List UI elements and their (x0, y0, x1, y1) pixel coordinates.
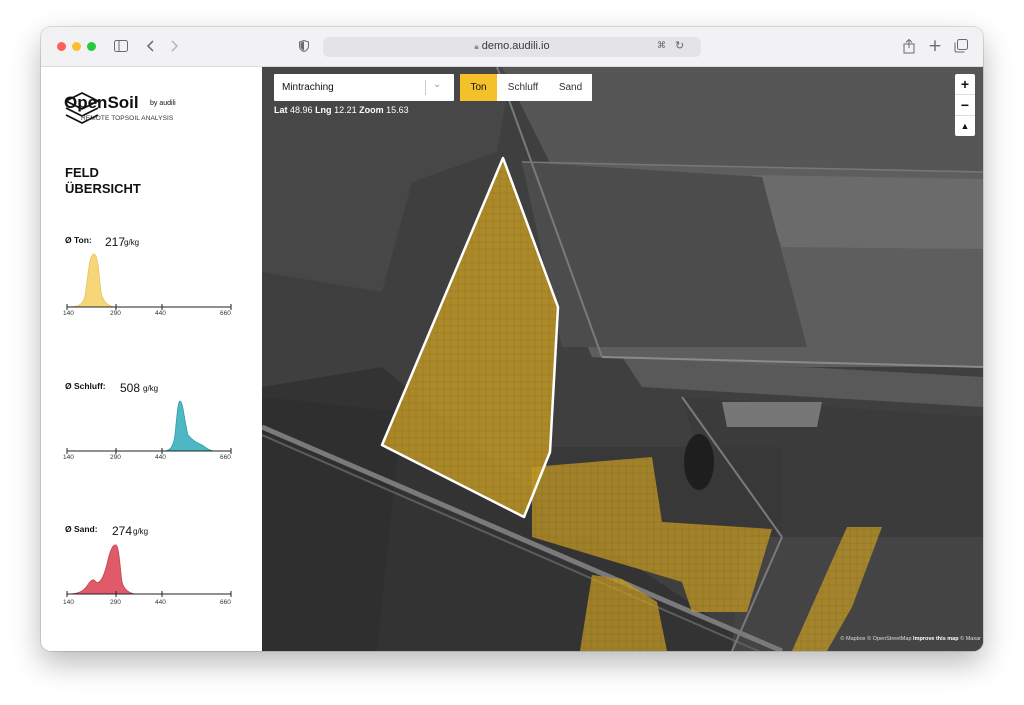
compass-button[interactable]: ▲ (955, 116, 975, 136)
layer-tab-sand[interactable]: Sand (549, 74, 592, 101)
satellite-map[interactable] (262, 67, 983, 651)
tick-label: 140 (63, 454, 74, 461)
tab-overview-icon[interactable] (953, 35, 969, 57)
layer-tab-schluff[interactable]: Schluff (497, 74, 549, 101)
tick-label: 660 (220, 454, 231, 461)
translate-icon[interactable]: ⌘ (657, 41, 666, 51)
distribution-chart-sand (66, 544, 232, 597)
tick-label: 660 (220, 599, 231, 606)
close-window-button[interactable] (57, 42, 66, 51)
tick-label: 440 (155, 310, 166, 317)
distribution-chart-ton (66, 253, 232, 310)
stat-label-schluff: Ø Schluff: (65, 381, 106, 391)
map-canvas[interactable] (262, 67, 983, 651)
stat-value-ton: 217 (105, 235, 126, 249)
address-bar[interactable]: 🔒︎ demo.audili.io ⌘ ↻ (323, 37, 701, 57)
privacy-shield-icon[interactable] (297, 35, 311, 57)
lock-icon: 🔒︎ (474, 42, 479, 51)
page-title: FELD ÜBERSICHT (65, 165, 141, 196)
lat-label: Lat (274, 105, 288, 115)
improve-map-link[interactable]: Improve this map (913, 636, 959, 642)
forward-icon[interactable] (168, 35, 182, 57)
tick-label: 290 (110, 454, 121, 461)
back-icon[interactable] (143, 35, 157, 57)
lng-value: 12.21 (334, 105, 357, 115)
stat-unit-schluff: g/kg (143, 384, 159, 393)
tick-label: 660 (220, 310, 231, 317)
layer-tab-ton[interactable]: Ton (460, 74, 497, 101)
share-icon[interactable] (901, 35, 917, 57)
tick-label: 140 (63, 599, 74, 606)
zoom-label: Zoom (359, 105, 384, 115)
tick-label: 290 (110, 599, 121, 606)
maxar-credit-link[interactable]: © Maxar (960, 636, 981, 642)
tick-label: 440 (155, 454, 166, 461)
select-divider (425, 80, 426, 95)
tick-label: 440 (155, 599, 166, 606)
stat-value-schluff: 508 (120, 381, 141, 395)
brand-name: OpenSoil (64, 93, 139, 112)
stat-value-sand: 274 (112, 524, 133, 538)
maximize-window-button[interactable] (87, 42, 96, 51)
sidebar-toggle-icon[interactable] (113, 35, 129, 57)
brand-tagline: REMOTE TOPSOIL ANALYSIS (81, 115, 174, 122)
lat-value: 48.96 (290, 105, 313, 115)
reload-icon[interactable]: ↻ (675, 39, 684, 52)
field-select-value: Mintraching (282, 82, 334, 93)
stat-unit-sand: g/kg (133, 527, 149, 536)
chevron-down-icon[interactable]: ⌄ (433, 79, 441, 90)
zoom-out-button[interactable]: − (955, 95, 975, 116)
lng-label: Lng (315, 105, 332, 115)
compass-icon: ▲ (960, 121, 970, 131)
stat-label-sand: Ø Sand: (65, 524, 98, 534)
brand-by: by audili (150, 100, 176, 107)
tick-label: 140 (63, 310, 74, 317)
minimize-window-button[interactable] (72, 42, 81, 51)
stat-unit-ton: g/kg (124, 238, 140, 247)
browser-toolbar: 🔒︎ demo.audili.io ⌘ ↻ + (41, 27, 983, 67)
zoom-in-button[interactable]: + (955, 74, 975, 95)
tick-label: 290 (110, 310, 121, 317)
mapbox-credit-link[interactable]: © Mapbox (840, 636, 865, 642)
osm-credit-link[interactable]: © OpenStreetMap (867, 636, 911, 642)
map-attribution: © Mapbox © OpenStreetMap Improve this ma… (840, 636, 981, 642)
distribution-chart-schluff (66, 400, 232, 454)
zoom-value: 15.63 (386, 105, 409, 115)
field-select[interactable]: Mintraching ⌄ (274, 74, 454, 101)
stat-label-ton: Ø Ton: (65, 235, 92, 245)
new-tab-icon[interactable]: + (927, 35, 943, 57)
url-text: demo.audili.io (481, 40, 550, 52)
coordinate-readout: Lat 48.96 Lng 12.21 Zoom 15.63 (274, 105, 409, 115)
